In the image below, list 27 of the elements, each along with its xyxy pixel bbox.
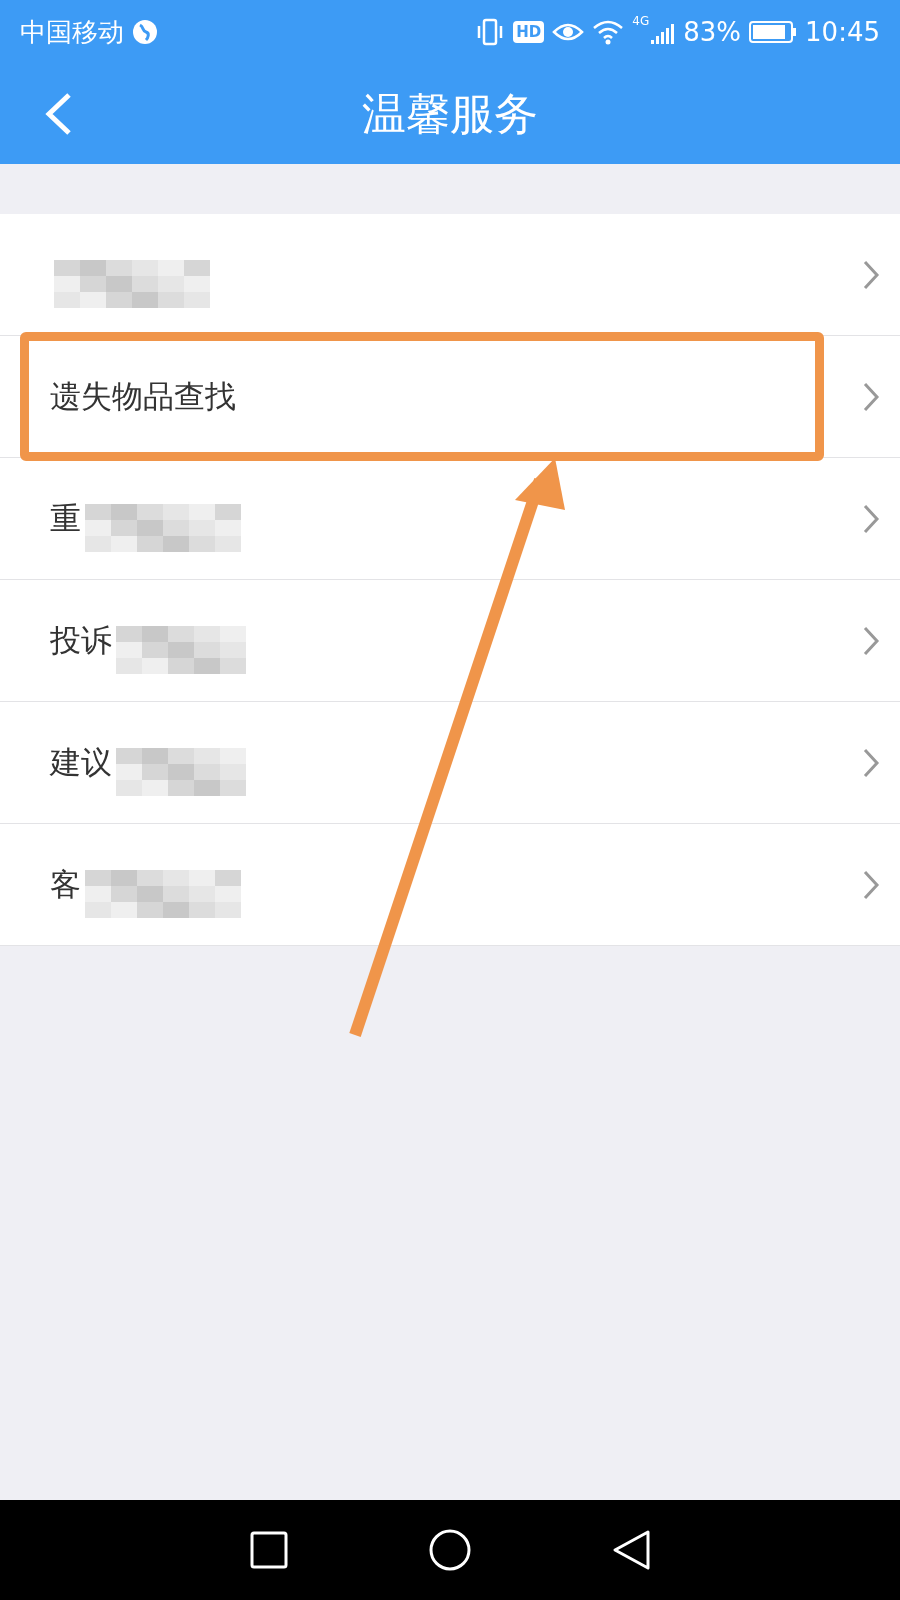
list-item[interactable]: 遗失物品查找 bbox=[0, 336, 900, 458]
list-item[interactable]: 建议 bbox=[0, 702, 900, 824]
battery-percent: 83% bbox=[683, 17, 742, 47]
network-type: 4G bbox=[632, 14, 650, 28]
list-item[interactable]: 投诉 bbox=[0, 580, 900, 702]
battery-icon bbox=[749, 20, 798, 44]
square-icon[interactable] bbox=[250, 1531, 289, 1569]
list-item[interactable]: 客 bbox=[0, 824, 900, 946]
carrier-name: 中国移动 bbox=[20, 15, 124, 49]
item-label: 重 bbox=[50, 498, 81, 538]
chevron-right-icon bbox=[862, 746, 880, 779]
chevron-right-icon bbox=[862, 624, 880, 657]
back-triangle-icon[interactable] bbox=[611, 1529, 650, 1571]
chevron-right-icon bbox=[862, 502, 880, 535]
chevron-right-icon bbox=[862, 868, 880, 901]
wifi-icon bbox=[592, 19, 625, 45]
item-label: 遗失物品查找 bbox=[50, 376, 236, 416]
clock-time: 10:45 bbox=[805, 17, 880, 47]
chevron-right-icon bbox=[862, 380, 880, 413]
hd-badge: HD bbox=[513, 21, 545, 43]
home-circle-icon[interactable] bbox=[429, 1529, 471, 1571]
item-label: 投诉 bbox=[50, 620, 112, 660]
chevron-left-icon bbox=[43, 92, 73, 136]
item-label: 客 bbox=[50, 864, 81, 904]
item-label: 建议 bbox=[50, 742, 112, 782]
chevron-right-icon bbox=[862, 258, 880, 291]
page-title: 温馨服务 bbox=[362, 86, 538, 141]
